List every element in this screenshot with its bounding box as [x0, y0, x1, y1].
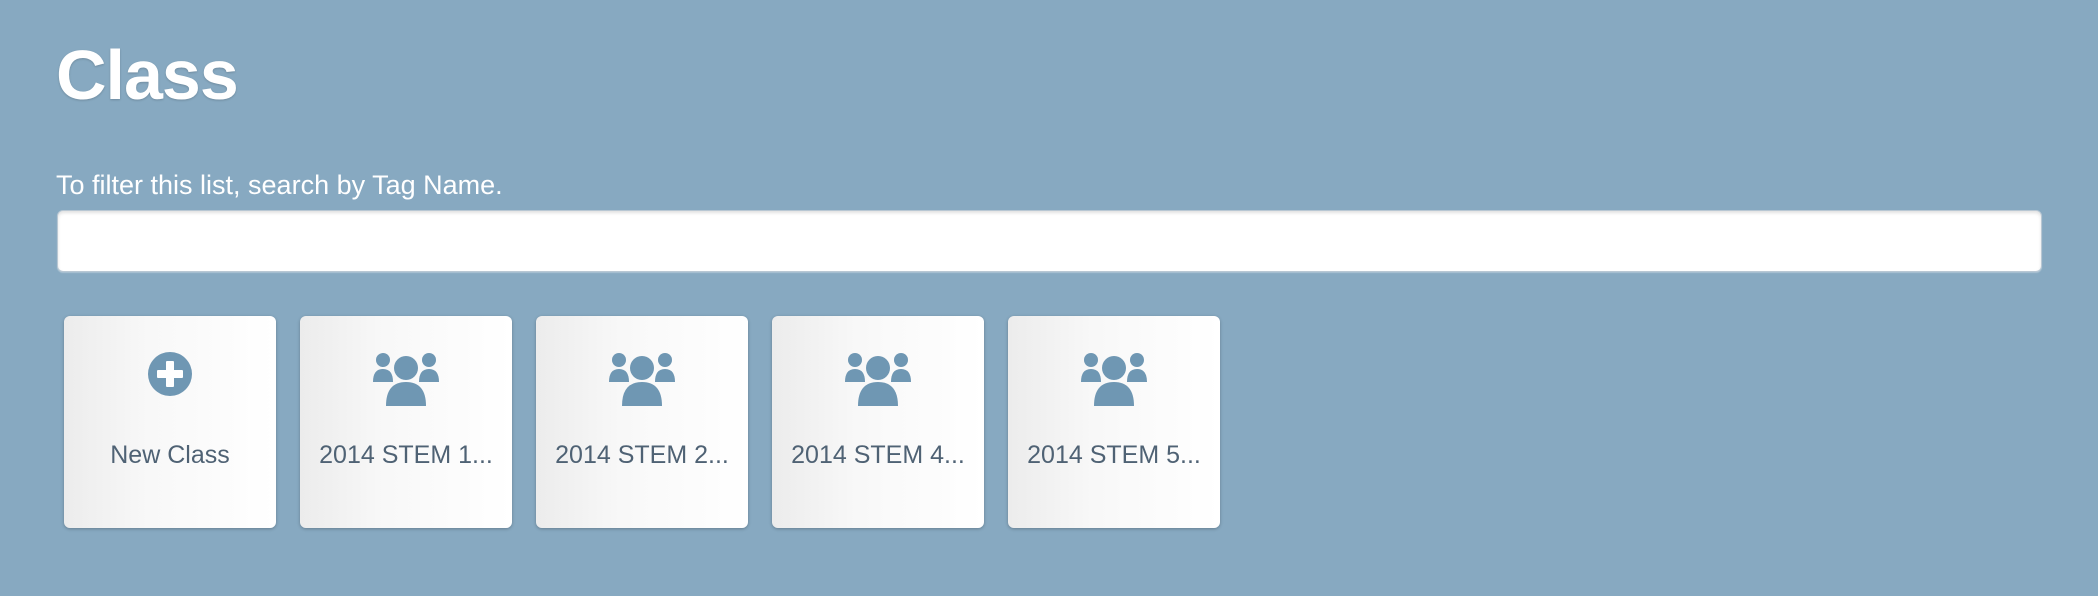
group-icon: [1081, 353, 1147, 406]
class-tile[interactable]: 2014 STEM 2...: [536, 316, 748, 528]
group-icon: [845, 353, 911, 406]
new-class-tile[interactable]: New Class: [64, 316, 276, 528]
page-title: Class: [56, 36, 239, 114]
class-tile[interactable]: 2014 STEM 5...: [1008, 316, 1220, 528]
tag-search-input[interactable]: [57, 210, 2042, 272]
tile-label: New Class: [110, 441, 230, 469]
tile-label: 2014 STEM 5...: [1027, 441, 1201, 469]
tile-label: 2014 STEM 4...: [791, 441, 965, 469]
filter-hint: To filter this list, search by Tag Name.: [56, 170, 503, 200]
class-page: Class To filter this list, search by Tag…: [0, 0, 2098, 596]
plus-circle-icon: [148, 352, 192, 396]
group-icon: [609, 353, 675, 406]
class-tile[interactable]: 2014 STEM 4...: [772, 316, 984, 528]
tile-label: 2014 STEM 1...: [319, 441, 493, 469]
group-icon: [373, 353, 439, 406]
class-tile[interactable]: 2014 STEM 1...: [300, 316, 512, 528]
tile-label: 2014 STEM 2...: [555, 441, 729, 469]
class-tile-list: New Class 2014 STEM 1... 2014 STEM 2... …: [64, 316, 1220, 528]
